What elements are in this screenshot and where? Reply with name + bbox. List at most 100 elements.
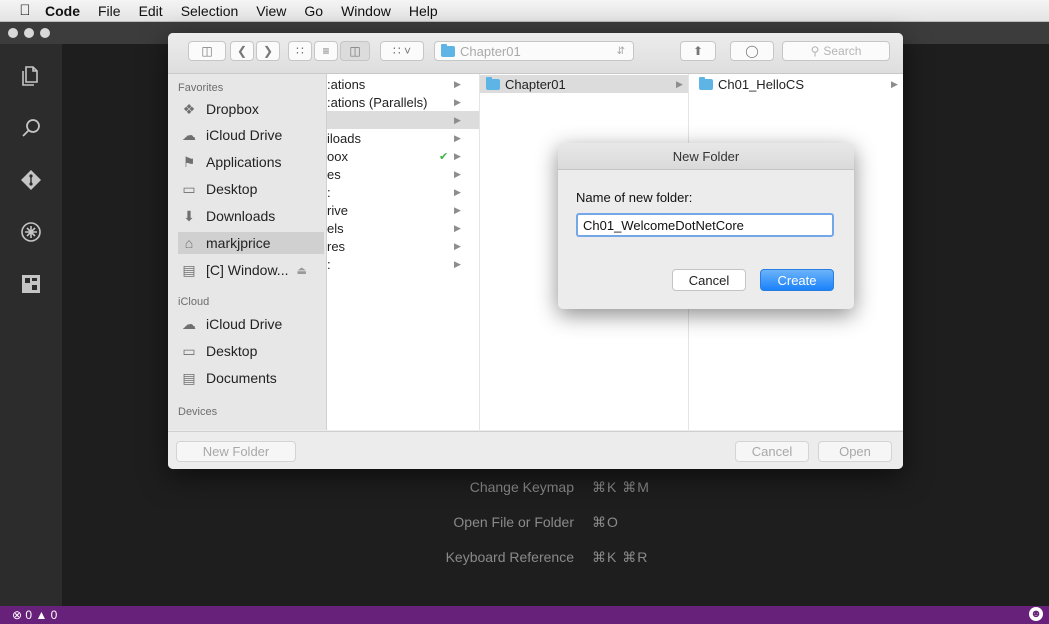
list-item[interactable]: ▶	[327, 111, 479, 129]
search-icon[interactable]	[0, 108, 62, 148]
sidebar-item-label: Applications	[206, 154, 282, 170]
debug-icon[interactable]	[0, 212, 62, 252]
menu-help[interactable]: Help	[400, 3, 447, 19]
new-folder-dialog: New Folder Name of new folder: Cancel Cr…	[558, 143, 854, 309]
folder-name-input[interactable]	[576, 213, 834, 237]
sidebar-item-documents[interactable]: ▤ Documents	[178, 367, 324, 389]
sidebar-item-downloads[interactable]: ⬇ Downloads	[178, 205, 324, 227]
popup-chevron-icon: ⇵	[616, 45, 625, 57]
browser-column-1: :ations ▶ :ations (Parallels) ▶ ▶ iloads ▶ …	[327, 74, 480, 430]
list-item[interactable]: es ▶	[327, 165, 479, 183]
icloud-header: iCloud	[178, 296, 210, 308]
shortcut-label: Open File or Folder	[453, 514, 574, 530]
sidebar-item-icloud-drive[interactable]: ☁ iCloud Drive	[178, 124, 324, 146]
zoom-window-button[interactable]	[40, 28, 50, 38]
shortcut-key: ⌘K ⌘M	[592, 479, 650, 495]
disk-icon: ▤	[182, 261, 196, 278]
disclosure-arrow-icon: ▶	[454, 204, 461, 215]
path-label: Chapter01	[460, 43, 521, 59]
git-icon[interactable]	[0, 160, 62, 200]
list-item[interactable]: rive ▶	[327, 201, 479, 219]
sidebar-toggle-button[interactable]: ◫	[188, 41, 226, 61]
item-label: iloads	[327, 130, 361, 146]
menu-view[interactable]: View	[247, 3, 295, 19]
devices-header: Devices	[178, 406, 218, 418]
forward-button[interactable]: ❯	[256, 41, 280, 61]
sidebar-item-label: Desktop	[206, 181, 258, 197]
disclosure-arrow-icon: ▶	[454, 240, 461, 251]
create-button[interactable]: Create	[760, 269, 834, 291]
list-item[interactable]: : ▶	[327, 183, 479, 201]
cancel-button[interactable]: Cancel	[735, 441, 809, 462]
arrange-menu-button[interactable]: ∷ ˅	[380, 41, 424, 61]
icon-view-button[interactable]: ∷	[288, 41, 312, 61]
dialog-toolbar: ◫ ❮ ❯ ∷ ≡ ◫ ∷ ˅ Chapter01 ⇵ ⬆ ◯ ⚲ Search	[168, 33, 903, 74]
tag-button[interactable]: ◯	[730, 41, 774, 61]
item-label: oox	[327, 148, 348, 164]
sidebar-item-label: iCloud Drive	[206, 127, 283, 143]
sync-check-icon: ✔	[439, 150, 449, 163]
sidebar-item-icloud-desktop[interactable]: ▭ Desktop	[178, 340, 324, 362]
item-label: els	[327, 220, 344, 236]
sidebar-item-applications[interactable]: ⚑ Applications	[178, 151, 324, 173]
cloud-icon: ☁	[182, 126, 196, 143]
sidebar-item-windows-disk[interactable]: ▤ [C] Window... ⏏	[178, 259, 324, 281]
list-item[interactable]: Chapter01 ▶	[480, 75, 688, 93]
shortcut-change-keymap[interactable]: Change Keymap ⌘K ⌘M	[386, 479, 786, 499]
folder-name-label: Name of new folder:	[576, 190, 693, 205]
menu-app-name[interactable]: Code	[36, 3, 89, 19]
list-item[interactable]: iloads ▶	[327, 129, 479, 147]
search-placeholder: Search	[823, 44, 862, 58]
disclosure-arrow-icon: ▶	[454, 96, 461, 107]
menu-selection[interactable]: Selection	[172, 3, 248, 19]
menu-edit[interactable]: Edit	[130, 3, 172, 19]
sidebar-item-icloud-drive-2[interactable]: ☁ iCloud Drive	[178, 313, 324, 335]
dialog-bottom-bar: New Folder Cancel Open	[168, 431, 903, 469]
sidebar-item-desktop[interactable]: ▭ Desktop	[178, 178, 324, 200]
sidebar-item-dropbox[interactable]: ❖ Dropbox	[178, 98, 324, 120]
back-button[interactable]: ❮	[230, 41, 254, 61]
path-popup[interactable]: Chapter01 ⇵	[434, 41, 634, 61]
sidebar-item-label: Downloads	[206, 208, 276, 224]
sidebar-item-markjprice[interactable]: ⌂ markjprice	[178, 232, 324, 254]
list-item[interactable]: res ▶	[327, 237, 479, 255]
applications-icon: ⚑	[182, 153, 196, 170]
new-folder-button[interactable]: New Folder	[176, 441, 296, 462]
warning-count: 0	[50, 608, 58, 622]
extensions-icon[interactable]	[0, 264, 62, 304]
share-button[interactable]: ⬆	[680, 41, 716, 61]
sidebar-item-label: [C] Window...	[206, 262, 289, 278]
list-item[interactable]: Ch01_HelloCS ▶	[689, 75, 903, 93]
folder-icon	[486, 76, 500, 90]
feedback-smiley-icon[interactable]: ☻	[1029, 607, 1043, 621]
finder-sidebar: Favorites ❖ Dropbox ☁ iCloud Drive ⚑ App…	[168, 74, 327, 430]
list-item[interactable]: :ations ▶	[327, 75, 479, 93]
column-view-button[interactable]: ◫	[340, 41, 370, 61]
item-label: Chapter01	[505, 76, 566, 92]
shortcut-label: Change Keymap	[469, 479, 574, 495]
cancel-button[interactable]: Cancel	[672, 269, 746, 291]
magnifier-icon: ⚲	[810, 44, 820, 58]
minimize-window-button[interactable]	[24, 28, 34, 38]
list-view-button[interactable]: ≡	[314, 41, 338, 61]
shortcut-open-file-or-folder[interactable]: Open File or Folder ⌘O	[386, 514, 786, 534]
close-window-button[interactable]	[8, 28, 18, 38]
list-item[interactable]: :ations (Parallels) ▶	[327, 93, 479, 111]
menu-window[interactable]: Window	[332, 3, 400, 19]
list-item[interactable]: els ▶	[327, 219, 479, 237]
problems-indicator[interactable]: ⊗ 0 ▲ 0	[12, 608, 57, 622]
open-button[interactable]: Open	[818, 441, 892, 462]
apple-menu-icon[interactable]: 	[14, 2, 36, 19]
list-item[interactable]: : ▶	[327, 255, 479, 273]
menu-go[interactable]: Go	[295, 3, 332, 19]
shortcut-keyboard-reference[interactable]: Keyboard Reference ⌘K ⌘R	[386, 549, 786, 569]
dialog-title: New Folder	[558, 143, 854, 170]
explorer-icon[interactable]	[0, 56, 62, 96]
menu-file[interactable]: File	[89, 3, 130, 19]
list-item[interactable]: oox ✔ ▶	[327, 147, 479, 165]
disclosure-arrow-icon: ▶	[676, 78, 683, 89]
eject-icon[interactable]: ⏏	[296, 264, 306, 277]
search-field[interactable]: ⚲ Search	[782, 41, 890, 61]
item-label: res	[327, 238, 346, 254]
downloads-icon: ⬇	[183, 207, 195, 224]
